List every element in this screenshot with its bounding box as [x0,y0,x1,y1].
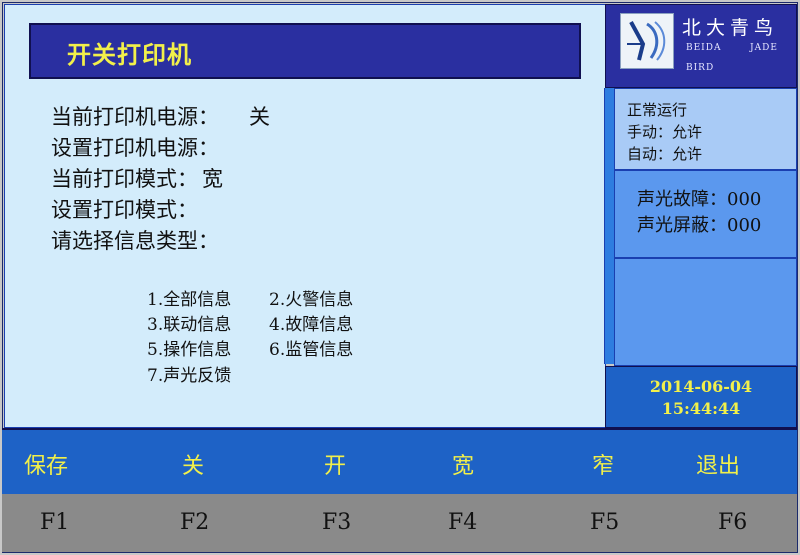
set-power-row: 设置打印机电源： [51,132,219,162]
f1-key[interactable]: F1 [40,510,69,535]
narrow-mode-button[interactable]: 窄 [592,448,614,480]
f6-key[interactable]: F6 [718,510,747,535]
power-off-button[interactable]: 关 [182,448,204,480]
f4-key[interactable]: F4 [448,510,477,535]
brand-logo-panel: 北大青鸟 BEIDA JADE BIRD [605,4,797,88]
sound-light-panel: 声光故障：000 声光屏蔽：000 [614,170,797,258]
option-fault-info[interactable]: 4.故障信息 [269,310,353,335]
current-power-value: 关 [249,105,270,129]
exit-button[interactable]: 退出 [696,448,740,480]
save-button[interactable]: 保存 [24,448,68,480]
current-date: 2014-06-04 [649,377,753,396]
sound-light-fault-count: 声光故障：000 [637,189,762,210]
brand-name: 北大青鸟 [682,17,779,39]
brand-en-bird: BIRD [686,63,715,73]
option-supervision-info[interactable]: 6.监管信息 [269,335,353,360]
set-mode-row: 设置打印模式： [51,194,198,224]
status-manual: 手动：允许 [627,123,703,141]
status-running: 正常运行 [627,101,688,119]
f2-key[interactable]: F2 [180,510,209,535]
brand-en-beida: BEIDA [686,43,722,53]
power-on-button[interactable]: 开 [324,448,346,480]
option-fire-alarm-info[interactable]: 2.火警信息 [269,285,353,310]
main-panel: 开关打印机 当前打印机电源： 关 设置打印机电源： 当前打印模式：宽 设置打印模式… [4,4,606,428]
current-mode-value: 宽 [202,167,223,191]
option-sound-light-feedback[interactable]: 7.声光反馈 [147,361,231,386]
status-auto: 自动：允许 [627,145,703,163]
set-mode-label: 设置打印模式： [51,198,198,222]
brand-en-jade: JADE [750,43,778,53]
run-status-panel: 正常运行 手动：允许 自动：允许 [614,88,797,170]
current-time: 15:44:44 [661,399,741,418]
datetime-panel: 2014-06-04 15:44:44 [605,366,797,428]
f3-key[interactable]: F3 [322,510,351,535]
current-power-label: 当前打印机电源： [51,105,219,129]
current-power-row: 当前打印机电源： 关 [51,101,270,131]
bird-logo-icon [620,13,674,69]
option-all-info[interactable]: 1.全部信息 [147,285,231,310]
blank-status-panel [614,258,797,366]
select-type-row: 请选择信息类型： [51,225,219,255]
set-power-label: 设置打印机电源： [51,136,219,160]
wide-mode-button[interactable]: 宽 [452,448,474,480]
option-operation-info[interactable]: 5.操作信息 [147,335,231,360]
function-key-numbers-bar: F1 F2 F3 F4 F5 F6 [2,494,797,552]
title-bar: 开关打印机 [29,23,581,79]
current-mode-label: 当前打印模式： [51,167,198,191]
page-title: 开关打印机 [67,40,192,69]
side-divider-strip [604,88,614,364]
sound-light-mask-count: 声光屏蔽：000 [637,215,762,236]
function-key-labels-bar: 保存 关 开 宽 窄 退出 [2,428,797,496]
option-linkage-info[interactable]: 3.联动信息 [147,310,231,335]
current-mode-row: 当前打印模式：宽 [51,163,223,193]
select-type-label: 请选择信息类型： [51,229,219,253]
f5-key[interactable]: F5 [590,510,619,535]
